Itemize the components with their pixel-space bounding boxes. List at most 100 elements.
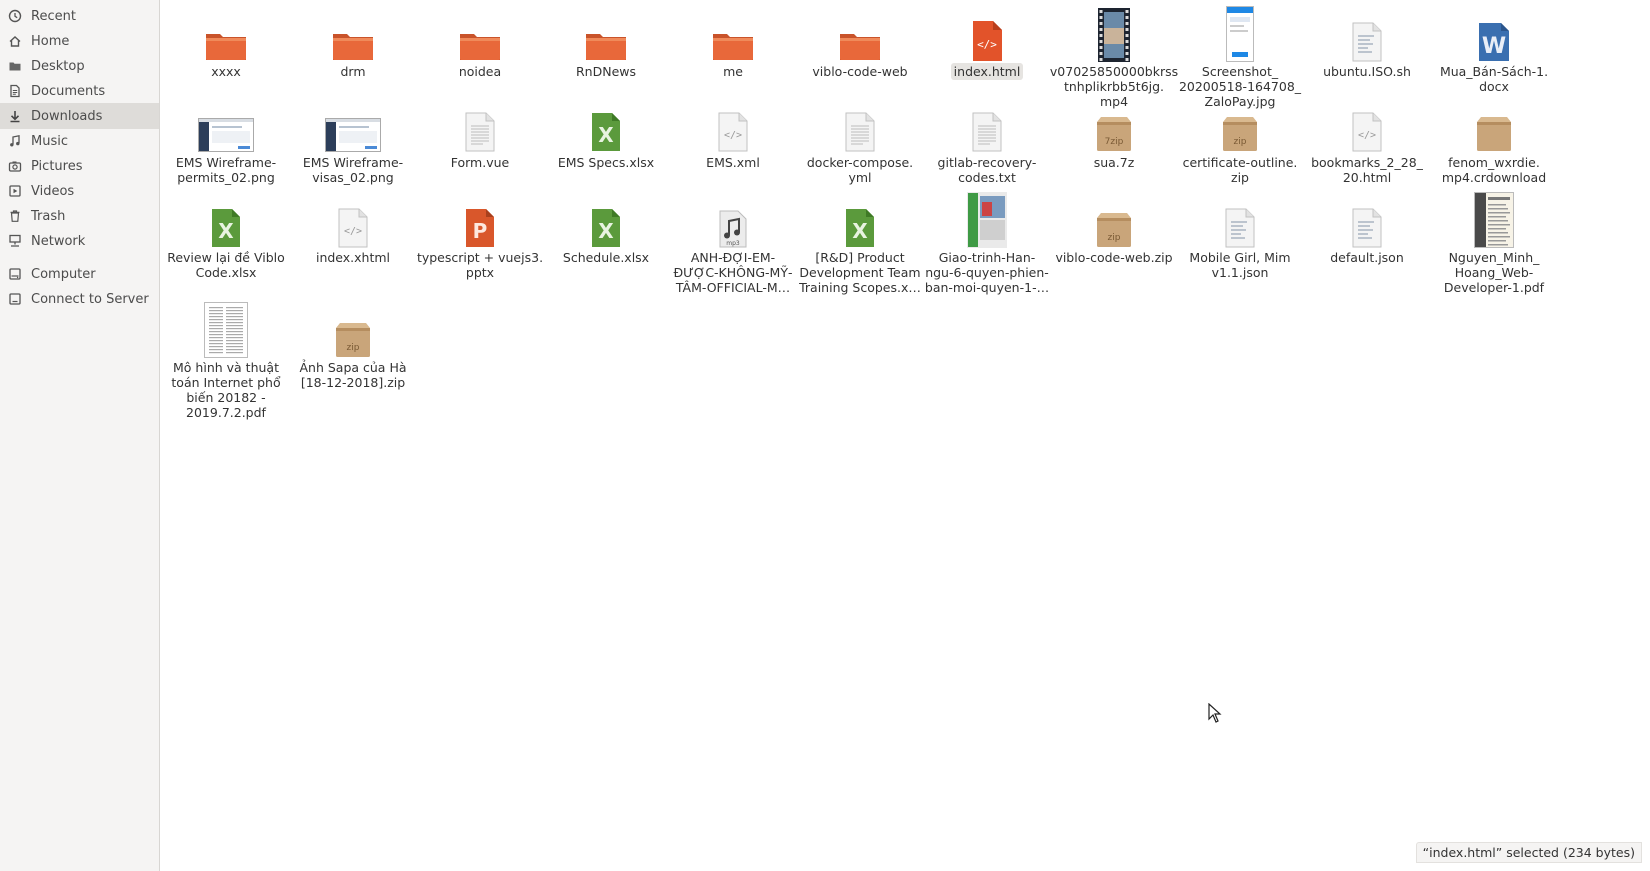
file-item[interactable]: gitlab-recovery- codes.txt (922, 0, 1052, 430)
video-file-icon[interactable] (1049, 2, 1179, 62)
file-item[interactable]: xxxx (161, 0, 291, 430)
image-screen-file-icon[interactable] (288, 92, 418, 152)
7zip-file-icon[interactable]: 7zip (1049, 92, 1179, 152)
text-file-icon[interactable] (922, 92, 1052, 152)
file-item[interactable]: Nguyen_Minh_ Hoang_Web- Developer-1.pdf (1429, 0, 1559, 430)
file-item[interactable]: fenom_wxrdie. mp4.crdownload (1429, 0, 1559, 430)
folder-file-icon[interactable] (795, 2, 925, 62)
package-file-icon[interactable] (1429, 92, 1559, 152)
sidebar-item-downloads[interactable]: Downloads (0, 103, 159, 129)
file-name-label[interactable]: Giao-trinh-Han- ngu-6-quyen-phien- ban-m… (922, 250, 1052, 295)
file-item[interactable]: 7zip sua.7z (1049, 0, 1179, 430)
file-name-label[interactable]: gitlab-recovery- codes.txt (922, 155, 1052, 185)
file-name-label[interactable]: EMS Wireframe- permits_02.png (161, 155, 291, 185)
sidebar-item-computer[interactable]: Computer (0, 261, 159, 287)
script-file-icon[interactable] (1302, 2, 1432, 62)
zip-file-icon[interactable]: zip (1049, 188, 1179, 248)
file-name-label[interactable]: fenom_wxrdie. mp4.crdownload (1429, 155, 1559, 185)
ppt-file-icon[interactable]: P (415, 188, 545, 248)
excel-file-icon[interactable]: X (161, 188, 291, 248)
file-item[interactable]: zip certificate-outline. zip (1175, 0, 1305, 430)
html-file-icon[interactable]: </> (922, 2, 1052, 62)
file-name-label[interactable]: sua.7z (1049, 155, 1179, 170)
sidebar-item-music[interactable]: Music (0, 128, 159, 154)
sidebar-item-pictures[interactable]: Pictures (0, 153, 159, 179)
file-name-label[interactable]: ANH-ĐỢI-EM- ĐƯỢC-KHÔNG-MỸ- TÂM-OFFICIAL-… (668, 250, 798, 295)
file-name-label[interactable]: noidea (415, 64, 545, 79)
file-name-label[interactable]: Mobile Girl, Mim v1.1.json (1175, 250, 1305, 280)
file-name-label[interactable]: index.html (922, 63, 1052, 80)
file-item[interactable]: EMS Wireframe- visas_02.png (288, 0, 418, 430)
text-file-icon[interactable] (415, 92, 545, 152)
file-item[interactable]: RnDNews (541, 0, 671, 430)
file-item[interactable]: zip viblo-code-web.zip (1049, 0, 1179, 430)
file-item[interactable]: docker-compose. yml (795, 0, 925, 430)
file-name-label[interactable]: bookmarks_2_28_ 20.html (1302, 155, 1432, 185)
file-name-label[interactable]: drm (288, 64, 418, 79)
file-item[interactable]: W Mua_Bán-Sách-1. docx (1429, 0, 1559, 430)
file-item[interactable]: X Schedule.xlsx (541, 0, 671, 430)
sidebar-item-home[interactable]: Home (0, 28, 159, 54)
folder-file-icon[interactable] (668, 2, 798, 62)
file-name-label[interactable]: EMS.xml (668, 155, 798, 170)
pdf-cv-file-icon[interactable] (1429, 188, 1559, 248)
file-item[interactable]: Screenshot_ 20200518-164708_ ZaloPay.jpg (1175, 0, 1305, 430)
file-name-label[interactable]: EMS Wireframe- visas_02.png (288, 155, 418, 185)
code-file-icon[interactable]: </> (668, 92, 798, 152)
excel-file-icon[interactable]: X (541, 92, 671, 152)
folder-file-icon[interactable] (161, 2, 291, 62)
book-file-icon[interactable] (922, 188, 1052, 248)
file-item[interactable]: Ptypescript + vuejs3. pptx (415, 0, 545, 430)
file-item[interactable]: drm (288, 0, 418, 430)
file-item[interactable]: mp3 ANH-ĐỢI-EM- ĐƯỢC-KHÔNG-MỸ- TÂM-OFFICI… (668, 0, 798, 430)
audio-file-icon[interactable]: mp3 (668, 188, 798, 248)
image-phone-file-icon[interactable] (1175, 2, 1305, 62)
file-item[interactable]: ubuntu.ISO.sh (1302, 0, 1432, 430)
sidebar-item-videos[interactable]: Videos (0, 178, 159, 204)
file-name-label[interactable]: docker-compose. yml (795, 155, 925, 185)
file-item[interactable]: Mobile Girl, Mim v1.1.json (1175, 0, 1305, 430)
folder-file-icon[interactable] (288, 2, 418, 62)
file-item[interactable]: X EMS Specs.xlsx (541, 0, 671, 430)
folder-file-icon[interactable] (415, 2, 545, 62)
file-name-label[interactable]: ubuntu.ISO.sh (1302, 64, 1432, 79)
file-item[interactable]: zip Ảnh Sapa của Hà [18-12-2018].zip (288, 0, 418, 430)
file-name-label[interactable]: v07025850000bkrss tnhplikrbb5t6jg. mp4 (1049, 64, 1179, 109)
file-item[interactable]: viblo-code-web (795, 0, 925, 430)
zip-file-icon[interactable]: zip (1175, 92, 1305, 152)
sidebar-item-desktop[interactable]: Desktop (0, 53, 159, 79)
file-name-label[interactable]: RnDNews (541, 64, 671, 79)
file-name-label[interactable]: viblo-code-web (795, 64, 925, 79)
file-item[interactable]: X Review lại đề Viblo Code.xlsx (161, 0, 291, 430)
file-item[interactable]: Mô hình và thuật toán Internet phổ biến … (161, 0, 291, 430)
file-name-label[interactable]: EMS Specs.xlsx (541, 155, 671, 170)
sidebar-item-trash[interactable]: Trash (0, 203, 159, 229)
folder-file-icon[interactable] (541, 2, 671, 62)
image-screen-file-icon[interactable] (161, 92, 291, 152)
file-item[interactable]: v07025850000bkrss tnhplikrbb5t6jg. mp4 (1049, 0, 1179, 430)
file-name-label[interactable]: default.json (1302, 250, 1432, 265)
word-file-icon[interactable]: W (1429, 2, 1559, 62)
file-name-label[interactable]: Ảnh Sapa của Hà [18-12-2018].zip (288, 360, 418, 390)
sidebar-item-connect-to-server[interactable]: Connect to Server (0, 286, 159, 312)
file-name-label[interactable]: viblo-code-web.zip (1049, 250, 1179, 265)
zip-file-icon[interactable]: zip (288, 298, 418, 358)
file-name-label[interactable]: xxxx (161, 64, 291, 79)
file-name-label[interactable]: typescript + vuejs3. pptx (415, 250, 545, 280)
file-name-label[interactable]: Mô hình và thuật toán Internet phổ biến … (161, 360, 291, 420)
file-name-label[interactable]: Schedule.xlsx (541, 250, 671, 265)
file-name-label[interactable]: Review lại đề Viblo Code.xlsx (161, 250, 291, 280)
file-item[interactable]: default.json (1302, 0, 1432, 430)
file-item[interactable]: </> index.xhtml (288, 0, 418, 430)
file-item[interactable]: </> EMS.xml (668, 0, 798, 430)
script-file-icon[interactable] (1302, 188, 1432, 248)
pdf-doc-file-icon[interactable] (161, 298, 291, 358)
file-item[interactable]: </> bookmarks_2_28_ 20.html (1302, 0, 1432, 430)
file-name-label[interactable]: index.xhtml (288, 250, 418, 265)
file-name-label[interactable]: Nguyen_Minh_ Hoang_Web- Developer-1.pdf (1429, 250, 1559, 295)
file-item[interactable]: EMS Wireframe- permits_02.png (161, 0, 291, 430)
file-name-label[interactable]: [R&D] Product Development Team Training … (795, 250, 925, 295)
file-name-label[interactable]: Screenshot_ 20200518-164708_ ZaloPay.jpg (1175, 64, 1305, 109)
excel-file-icon[interactable]: X (541, 188, 671, 248)
code-file-icon[interactable]: </> (1302, 92, 1432, 152)
